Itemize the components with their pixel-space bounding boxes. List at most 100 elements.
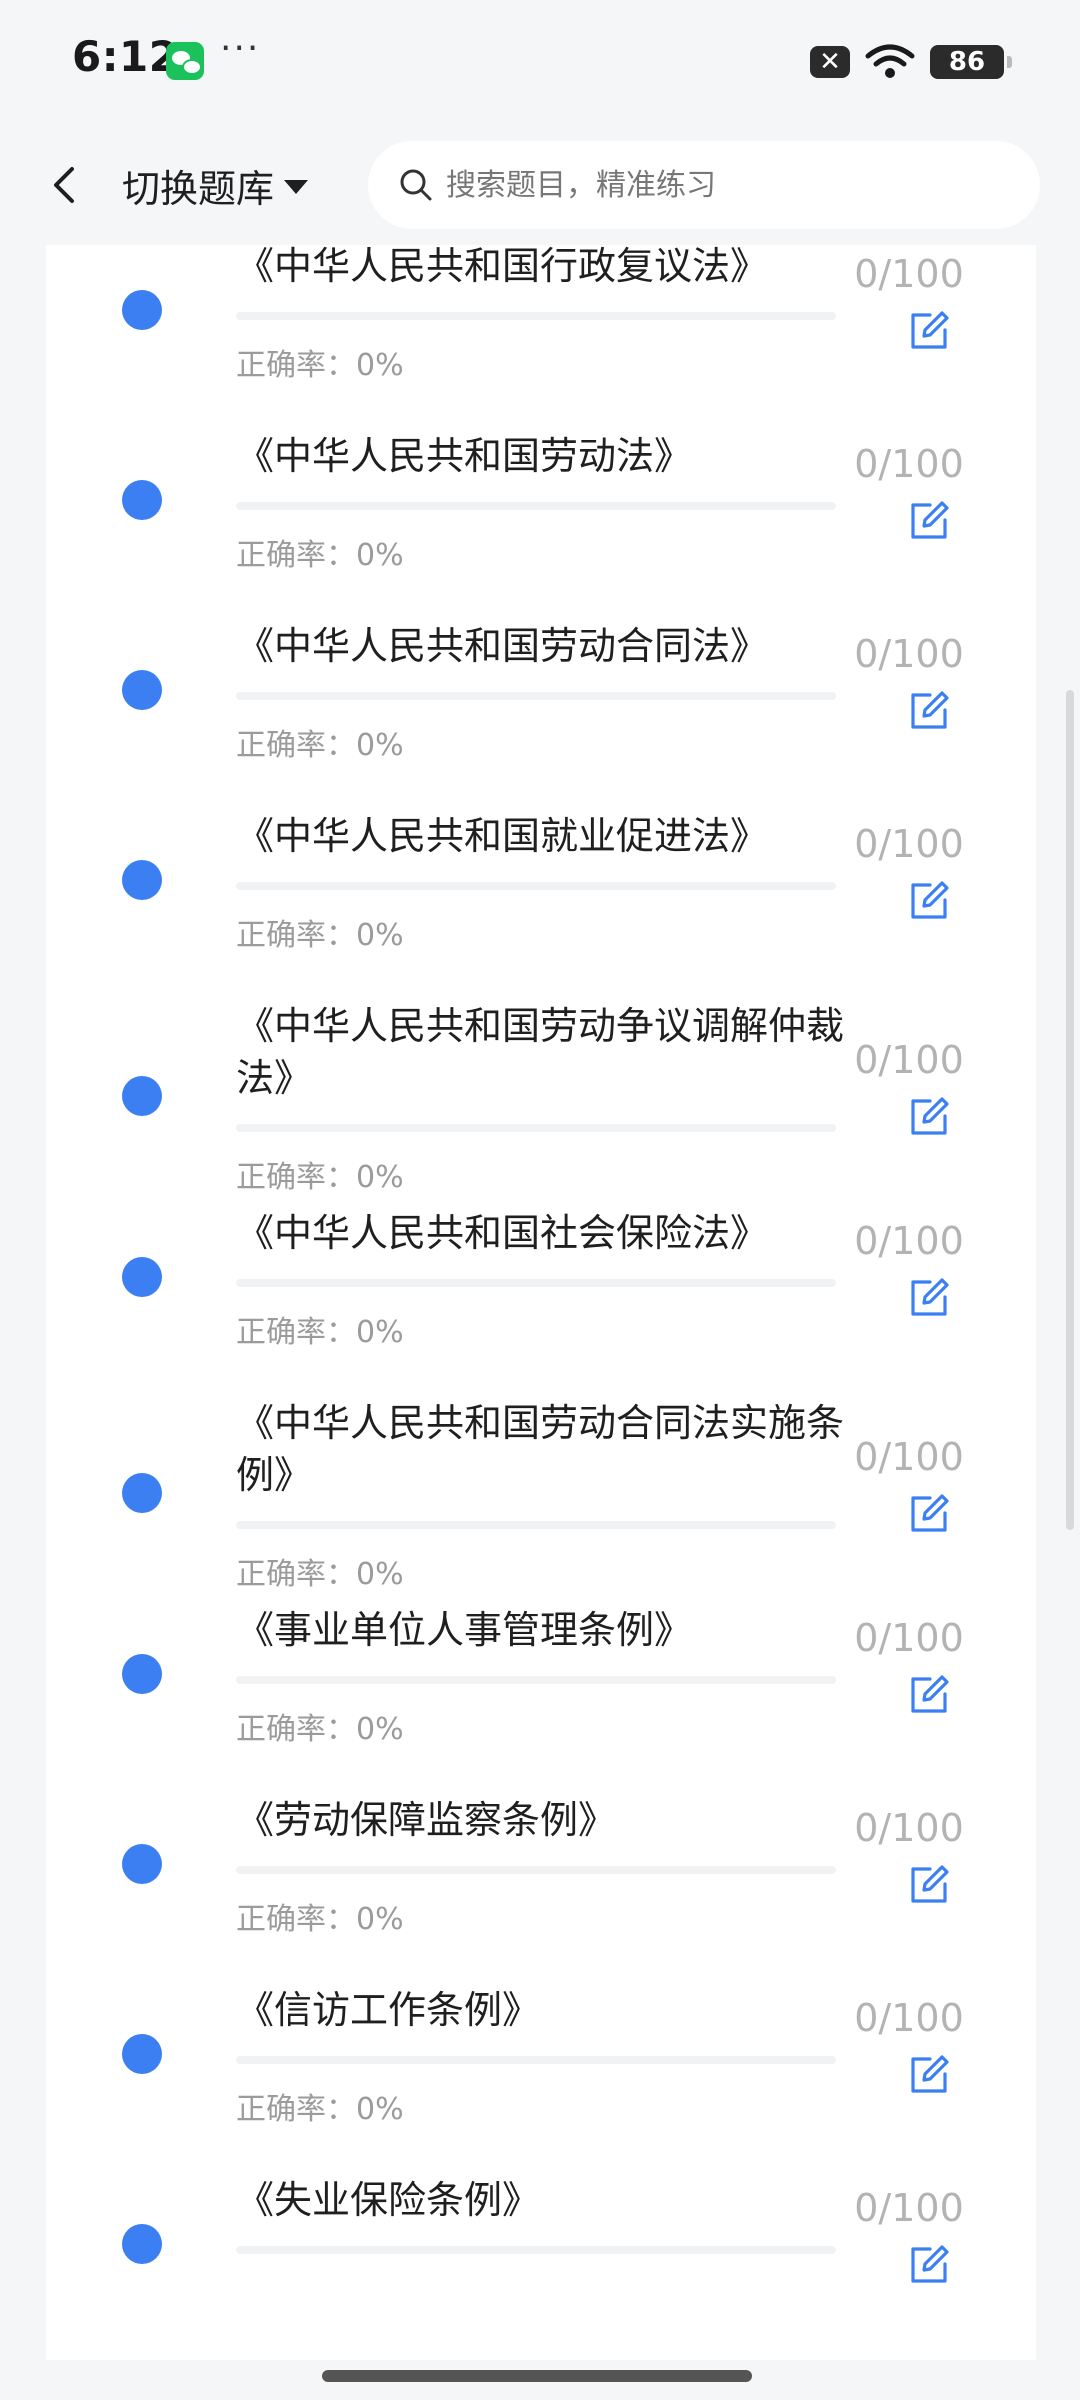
accuracy-label: 正确率： [236, 728, 356, 763]
status-dot [122, 290, 162, 330]
item-title: 《劳动保障监察条例》 [236, 1798, 617, 1842]
question-bank-list: 正确率：0%《中华人民共和国行政复议法》正确率：0%0/100《中华人民共和国劳… [46, 180, 1036, 2360]
accuracy-label: 正确率： [236, 348, 356, 383]
progress-bar [236, 1676, 836, 1684]
accuracy-label: 正确率： [236, 1712, 356, 1747]
status-dot [122, 1473, 162, 1513]
accuracy-text: 正确率：0% [236, 1307, 404, 1351]
status-dot [122, 1257, 162, 1297]
switch-bank-button[interactable]: 切换题库 [122, 155, 309, 215]
edit-icon[interactable] [908, 1277, 950, 1319]
accuracy-label: 正确率： [236, 538, 356, 573]
accuracy-value: 0% [356, 348, 404, 383]
list-item[interactable]: 《中华人民共和国劳动合同法实施条例》正确率：0% 0/100 [46, 1397, 1036, 1592]
progress-count: 0/100 [854, 1996, 964, 2040]
accuracy-text: 正确率：0% [236, 1549, 404, 1593]
list-item[interactable]: 《中华人民共和国劳动法》 正确率：0% 0/100 [46, 430, 1036, 573]
edit-icon[interactable] [908, 1493, 950, 1535]
accuracy-label: 正确率： [236, 1902, 356, 1937]
list-item[interactable]: 《中华人民共和国行政复议法》 正确率：0% 0/100 [46, 240, 1036, 383]
scrollbar[interactable] [1066, 690, 1074, 1530]
edit-icon[interactable] [908, 2054, 950, 2096]
more-dots-icon: ··· [220, 28, 261, 69]
progress-bar [236, 882, 836, 890]
accuracy-label: 正确率： [236, 1315, 356, 1350]
accuracy-value: 0% [356, 1557, 404, 1592]
progress-bar [236, 2246, 836, 2254]
edit-icon[interactable] [908, 690, 950, 732]
accuracy-label: 正确率： [236, 918, 356, 953]
item-title: 《中华人民共和国劳动合同法实施条例》 [236, 1401, 845, 1497]
accuracy-text: 正确率：0% [236, 2084, 404, 2128]
accuracy-text: 正确率：0% [236, 340, 404, 384]
accuracy-value: 0% [356, 918, 404, 953]
accuracy-value: 0% [356, 1160, 404, 1195]
progress-bar [236, 2056, 836, 2064]
chevron-left-icon[interactable] [46, 165, 80, 205]
progress-count: 0/100 [854, 1038, 964, 1082]
progress-count: 0/100 [854, 632, 964, 676]
progress-bar [236, 1866, 836, 1874]
status-dot [122, 1844, 162, 1884]
edit-icon[interactable] [908, 1864, 950, 1906]
list-item[interactable]: 《失业保险条例》 0/100 [46, 2174, 1036, 2298]
edit-icon[interactable] [908, 1096, 950, 1138]
edit-icon[interactable] [908, 310, 950, 352]
accuracy-value: 0% [356, 1902, 404, 1937]
edit-icon[interactable] [908, 500, 950, 542]
battery-indicator: 86 [930, 45, 1012, 79]
progress-count: 0/100 [854, 822, 964, 866]
edit-icon[interactable] [908, 2244, 950, 2286]
accuracy-text: 正确率：0% [236, 1894, 404, 1938]
item-title: 《中华人民共和国劳动合同法》 [236, 624, 769, 668]
edit-icon[interactable] [908, 880, 950, 922]
list-item[interactable]: 《事业单位人事管理条例》正确率：0% 0/100 [46, 1604, 1036, 1747]
progress-count: 0/100 [854, 1219, 964, 1263]
progress-bar [236, 312, 836, 320]
progress-bar [236, 692, 836, 700]
accuracy-text: 正确率：0% [236, 1152, 404, 1196]
progress-count: 0/100 [854, 1616, 964, 1660]
progress-count: 0/100 [854, 1435, 964, 1479]
accuracy-value: 0% [356, 1315, 404, 1350]
status-bar: 6:12 ··· ✕ 86 [0, 0, 1080, 125]
status-time: 6:12 [72, 32, 179, 81]
progress-count: 0/100 [854, 252, 964, 296]
progress-bar [236, 1124, 836, 1132]
header: 切换题库 [0, 125, 1080, 245]
progress-count: 0/100 [854, 1806, 964, 1850]
accuracy-value: 0% [356, 2092, 404, 2127]
accuracy-value: 0% [356, 1712, 404, 1747]
item-title: 《失业保险条例》 [236, 2178, 541, 2222]
status-dot [122, 480, 162, 520]
accuracy-text: 正确率：0% [236, 720, 404, 764]
list-item[interactable]: 《信访工作条例》 正确率：0% 0/100 [46, 1984, 1036, 2127]
status-dot [122, 1076, 162, 1116]
item-title: 《中华人民共和国劳动争议调解仲裁法》 [236, 1004, 845, 1100]
status-indicators: ✕ 86 [810, 44, 1012, 80]
wifi-icon [865, 44, 915, 78]
wechat-icon [166, 42, 204, 80]
accuracy-value: 0% [356, 728, 404, 763]
list-item[interactable]: 《劳动保障监察条例》 正确率：0% 0/100 [46, 1794, 1036, 1937]
accuracy-label: 正确率： [236, 1160, 356, 1195]
search-box[interactable] [368, 141, 1040, 229]
status-dot [122, 670, 162, 710]
progress-count: 0/100 [854, 2186, 964, 2230]
list-item[interactable]: 《中华人民共和国就业促进法》 正确率：0% 0/100 [46, 810, 1036, 953]
list-item[interactable]: 《中华人民共和国劳动合同法》 正确率：0% 0/100 [46, 620, 1036, 763]
progress-count: 0/100 [854, 442, 964, 486]
progress-bar [236, 502, 836, 510]
list-item[interactable]: 《中华人民共和国劳动争议调解仲裁法》正确率：0% 0/100 [46, 1000, 1036, 1195]
list-item[interactable]: 《中华人民共和国社会保险法》 正确率：0% 0/100 [46, 1207, 1036, 1350]
item-title: 《信访工作条例》 [236, 1988, 541, 2032]
search-icon [400, 169, 432, 201]
item-title: 《中华人民共和国劳动法》 [236, 434, 693, 478]
status-dot [122, 1654, 162, 1694]
item-title: 《事业单位人事管理条例》 [236, 1608, 693, 1652]
edit-icon[interactable] [908, 1674, 950, 1716]
accuracy-text: 正确率：0% [236, 530, 404, 574]
close-badge-icon: ✕ [810, 46, 850, 78]
home-indicator[interactable] [322, 2370, 752, 2382]
search-input[interactable] [444, 166, 1008, 204]
